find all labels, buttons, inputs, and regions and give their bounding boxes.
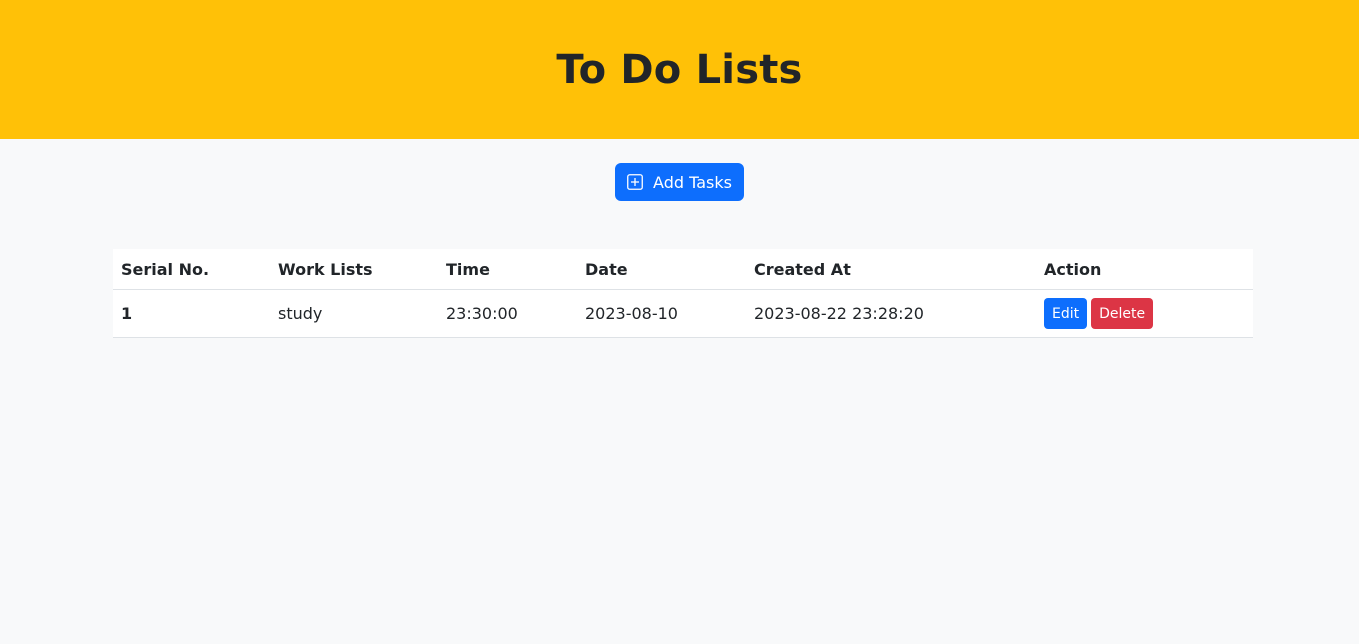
cell-action: Edit Delete (1036, 289, 1253, 338)
cell-date: 2023-08-10 (577, 289, 746, 338)
cell-serial: 1 (113, 289, 270, 338)
table-row: 1 study 23:30:00 2023-08-10 2023-08-22 2… (113, 289, 1253, 338)
edit-button[interactable]: Edit (1044, 298, 1088, 329)
column-header-time: Time (438, 249, 577, 290)
tasks-table-container: Serial No. Work Lists Time Date Created … (113, 249, 1253, 338)
column-header-created-at: Created At (746, 249, 1036, 290)
row-actions: Edit Delete (1044, 298, 1245, 329)
add-tasks-label: Add Tasks (653, 172, 732, 192)
column-header-serial: Serial No. (113, 249, 270, 290)
cell-time: 23:30:00 (438, 289, 577, 338)
add-tasks-button[interactable]: Add Tasks (615, 163, 744, 201)
toolbar: Add Tasks (0, 163, 1359, 201)
column-header-work-lists: Work Lists (270, 249, 438, 290)
delete-button[interactable]: Delete (1091, 298, 1154, 329)
page-title: To Do Lists (556, 46, 803, 93)
column-header-date: Date (577, 249, 746, 290)
column-header-action: Action (1036, 249, 1253, 290)
cell-created-at: 2023-08-22 23:28:20 (746, 289, 1036, 338)
plus-square-icon (627, 174, 643, 190)
page-header: To Do Lists (0, 0, 1359, 139)
tasks-table: Serial No. Work Lists Time Date Created … (113, 249, 1253, 338)
cell-work: study (270, 289, 438, 338)
table-header-row: Serial No. Work Lists Time Date Created … (113, 249, 1253, 290)
